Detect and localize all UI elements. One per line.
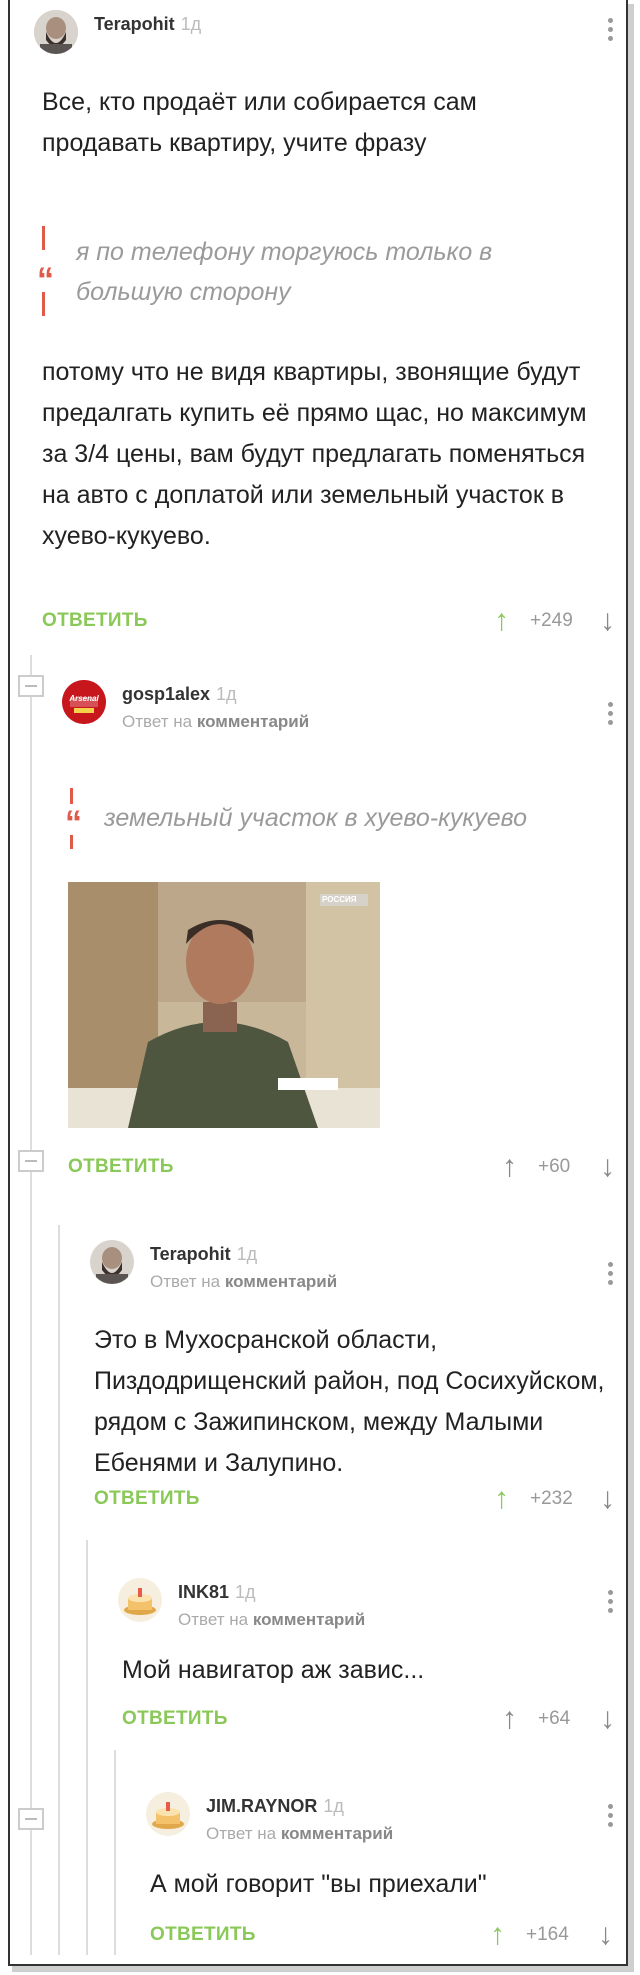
quote-icon: “ [37, 261, 54, 299]
comment-5: JIM.RAYNOR 1д Ответ на комментарий А мой … [146, 1792, 624, 1962]
reply-button[interactable]: ОТВЕТИТЬ [68, 1156, 174, 1178]
thread-branch-line [86, 1540, 88, 1955]
user-avatar-icon [90, 1240, 134, 1284]
comment-text: Все, кто продаёт или собирается сам прод… [42, 88, 477, 157]
quote-icon: “ [65, 804, 82, 842]
quote-bar [70, 788, 73, 804]
arrow-up-icon[interactable]: ↑ [490, 1920, 505, 1950]
comment-time: 1д [216, 684, 237, 704]
comment-3: Terapohit 1д Ответ на комментарий Это в М… [90, 1240, 624, 1540]
arrow-down-icon[interactable]: ↓ [600, 1484, 615, 1514]
more-vertical-icon[interactable] [602, 1260, 618, 1288]
quote-bar [70, 835, 73, 849]
comment-time: 1д [323, 1796, 344, 1816]
comment-time: 1д [235, 1582, 256, 1602]
comment-author[interactable]: Terapohit 1д [94, 14, 201, 35]
photo-man-at-desk [68, 882, 380, 1128]
avatar[interactable] [90, 1240, 134, 1284]
channel-logo: РОССИЯ [322, 895, 357, 904]
comment-time: 1д [236, 1244, 258, 1264]
quote-bar [42, 292, 45, 316]
arrow-down-icon[interactable]: ↓ [598, 1920, 613, 1950]
avatar[interactable] [34, 10, 78, 54]
avatar[interactable] [118, 1578, 162, 1622]
comment-author[interactable]: gosp1alex 1д [122, 684, 237, 705]
quote-bar [42, 226, 45, 250]
comment-image[interactable]: РОССИЯ [68, 882, 380, 1128]
cake-avatar-icon [146, 1792, 190, 1836]
comment-1: Terapohit 1д Все, кто продаёт или собирае… [34, 10, 624, 650]
comment-text: Мой навигатор аж завис... [122, 1656, 425, 1684]
more-vertical-icon[interactable] [602, 1802, 618, 1830]
reply-button[interactable]: ОТВЕТИТЬ [42, 610, 148, 632]
arrow-down-icon[interactable]: ↓ [600, 1704, 615, 1734]
comment-score: +232 [530, 1488, 573, 1509]
comment-author[interactable]: INK81 1д [178, 1582, 256, 1603]
arrow-down-icon[interactable]: ↓ [600, 606, 615, 636]
reply-to: Ответ на комментарий [150, 1272, 338, 1291]
reply-to-link[interactable]: комментарий [197, 712, 309, 731]
arrow-down-icon[interactable]: ↓ [600, 1152, 615, 1182]
more-vertical-icon[interactable] [602, 1588, 618, 1616]
avatar-text: Arsenal [69, 694, 99, 703]
reply-to: Ответ на комментарий [122, 712, 310, 731]
comment-text: Это в Мухосранской области, Пиздодрищенс… [94, 1326, 605, 1477]
avatar[interactable] [146, 1792, 190, 1836]
more-vertical-icon[interactable] [602, 16, 618, 44]
reply-to-link[interactable]: комментарий [225, 1272, 337, 1291]
thread-branch-line [114, 1750, 116, 1955]
comment-4: INK81 1д Ответ на комментарий Мой навигат… [118, 1578, 624, 1748]
comment-thread: Terapohit 1д Все, кто продаёт или собирае… [8, 0, 628, 1966]
quote-text: земельный участок в хуево-кукуево [104, 804, 528, 832]
reply-to: Ответ на комментарий [206, 1824, 394, 1843]
thread-branch-line [30, 655, 32, 1955]
comment-text: потому что не видя квартиры, звонящие бу… [42, 358, 587, 550]
comment-score: +249 [530, 610, 573, 631]
reply-button[interactable]: ОТВЕТИТЬ [122, 1708, 228, 1730]
collapse-branch-icon[interactable] [18, 675, 44, 697]
quote-line: большую сторону [76, 278, 291, 306]
thread-branch-line [58, 1225, 60, 1955]
quote-line: я по телефону торгуюсь только в [76, 238, 493, 266]
reply-to-link[interactable]: комментарий [281, 1824, 393, 1843]
arrow-up-icon[interactable]: ↑ [494, 606, 509, 636]
reply-button[interactable]: ОТВЕТИТЬ [94, 1488, 200, 1510]
comment-score: +64 [538, 1708, 571, 1729]
arrow-up-icon[interactable]: ↑ [502, 1152, 517, 1182]
reply-button[interactable]: ОТВЕТИТЬ [150, 1924, 256, 1946]
reply-to: Ответ на комментарий [178, 1610, 366, 1629]
collapse-branch-icon[interactable] [18, 1150, 44, 1172]
comment-score: +60 [538, 1156, 571, 1177]
comment-author[interactable]: JIM.RAYNOR 1д [206, 1796, 344, 1817]
reply-to-link[interactable]: комментарий [253, 1610, 365, 1629]
comment-score: +164 [526, 1924, 569, 1945]
more-vertical-icon[interactable] [602, 700, 618, 728]
collapse-branch-icon[interactable] [18, 1808, 44, 1830]
comment-text: А мой говорит "вы приехали" [150, 1870, 487, 1898]
quote-text: я по телефону торгуюсь только в большую … [76, 232, 596, 312]
arrow-up-icon[interactable]: ↑ [502, 1704, 517, 1734]
comment-2: Arsenal gosp1alex 1д Ответ на комментарий… [62, 680, 624, 1200]
cake-avatar-icon [118, 1578, 162, 1622]
comment-time: 1д [180, 14, 202, 34]
arrow-up-icon[interactable]: ↑ [494, 1484, 509, 1514]
comment-author[interactable]: Terapohit 1д [150, 1244, 257, 1265]
user-avatar-icon [34, 10, 78, 54]
